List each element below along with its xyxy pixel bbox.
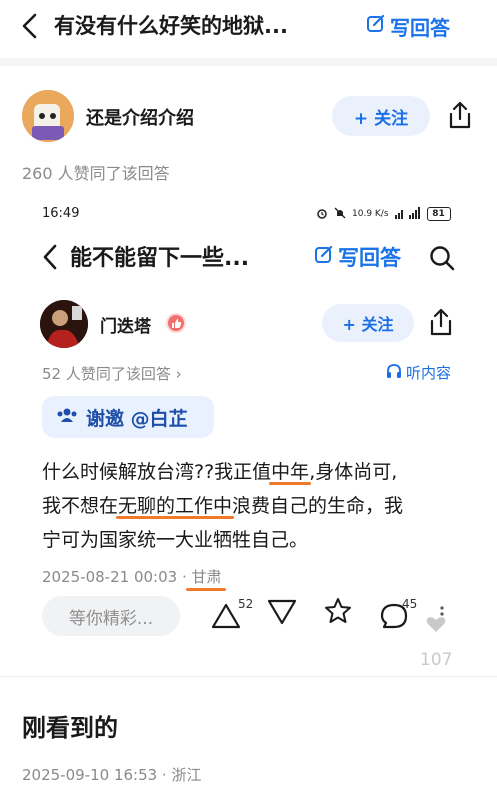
listen-content-button[interactable]: 听内容 xyxy=(386,362,451,383)
section-heading: 刚看到的 xyxy=(22,714,118,742)
answer-line: 宁可为国家统一大业牺牲自己。 xyxy=(42,523,462,557)
people-icon xyxy=(56,406,78,429)
divider xyxy=(0,676,497,677)
more-button[interactable] xyxy=(424,604,448,644)
listen-label: 听内容 xyxy=(406,364,452,382)
downvote-icon xyxy=(266,596,298,626)
answer-text: ,身体尚可, xyxy=(309,461,398,483)
embedded-page-title: 能不能留下一些... xyxy=(70,246,250,271)
edit-icon xyxy=(314,245,334,270)
invite-label: 谢邀 @白芷 xyxy=(86,407,188,430)
status-icons: 10.9 K/s 81 xyxy=(316,204,451,224)
highlighted-text: 无聊的工作中 xyxy=(118,495,233,517)
downvote-button[interactable] xyxy=(266,596,298,636)
net-speed: 10.9 K/s xyxy=(352,209,389,219)
answer-text: 浪费自己的生命，我 xyxy=(232,495,404,517)
upvote-button[interactable]: 52 xyxy=(210,596,253,636)
faded-count: 107 xyxy=(420,650,453,670)
page-title: 有没有什么好笑的地狱... xyxy=(54,14,288,38)
answer-location: 甘肃 xyxy=(191,568,222,586)
upvote-count: 52 xyxy=(238,597,254,611)
more-options-icon xyxy=(424,604,448,634)
back-arrow-icon[interactable] xyxy=(18,12,44,40)
star-icon xyxy=(322,596,354,626)
avatar[interactable] xyxy=(40,300,88,348)
answer-line: 什么时候解放台湾??我正值中年,身体尚可, xyxy=(42,455,462,489)
invite-tag[interactable]: 谢邀 @白芷 xyxy=(42,396,214,438)
divider xyxy=(0,58,497,66)
mute-icon xyxy=(334,207,346,222)
share-icon[interactable] xyxy=(446,100,474,130)
headphones-icon xyxy=(386,363,402,383)
share-icon[interactable] xyxy=(428,307,454,337)
edit-icon xyxy=(366,14,390,39)
author-name[interactable]: 还是介绍介绍 xyxy=(86,104,194,130)
follow-button[interactable]: + 关注 xyxy=(322,304,414,342)
comment-input[interactable]: 等你精彩... xyxy=(42,596,180,636)
answer-text: 什么时候解放台湾??我正值 xyxy=(42,461,272,483)
comment-count: 45 xyxy=(402,597,418,611)
search-icon[interactable] xyxy=(428,244,456,272)
battery-icon: 81 xyxy=(426,207,451,221)
follow-button[interactable]: + 关注 xyxy=(332,96,430,136)
favorite-button[interactable] xyxy=(322,596,354,636)
answer-text: 我不想在 xyxy=(42,495,119,517)
comment-button[interactable]: 45 xyxy=(378,596,417,636)
write-answer-label: 写回答 xyxy=(338,246,401,270)
likes-count-text: 260 人赞同了该回答 xyxy=(22,164,170,183)
thumbs-up-badge-icon xyxy=(166,313,186,333)
answer-line: 我不想在无聊的工作中浪费自己的生命，我 xyxy=(42,489,462,523)
answer-meta: 2025-08-21 00:03 · 甘肃 xyxy=(42,566,222,587)
write-answer-label: 写回答 xyxy=(390,15,450,40)
back-arrow-icon[interactable] xyxy=(40,242,62,272)
avatar[interactable] xyxy=(22,90,74,142)
write-answer-button[interactable]: 写回答 xyxy=(314,242,401,272)
answer-body: 什么时候解放台湾??我正值中年,身体尚可, 我不想在无聊的工作中浪费自己的生命，… xyxy=(42,455,462,557)
author-name[interactable]: 门迭塔 xyxy=(100,312,151,337)
alarm-icon xyxy=(316,207,328,222)
signal-icon xyxy=(394,206,421,222)
highlighted-text: 中年 xyxy=(271,461,310,483)
answer-datetime: 2025-08-21 00:03 xyxy=(42,568,178,586)
status-time: 16:49 xyxy=(42,206,80,221)
meta-separator: · xyxy=(181,568,187,586)
write-answer-button[interactable]: 写回答 xyxy=(366,12,450,40)
answer-text: 宁可为国家统一大业牺牲自己。 xyxy=(42,529,309,551)
likes-count-text[interactable]: 52 人赞同了该回答 › xyxy=(42,363,182,384)
footer-meta: 2025-09-10 16:53 · 浙江 xyxy=(22,766,202,784)
